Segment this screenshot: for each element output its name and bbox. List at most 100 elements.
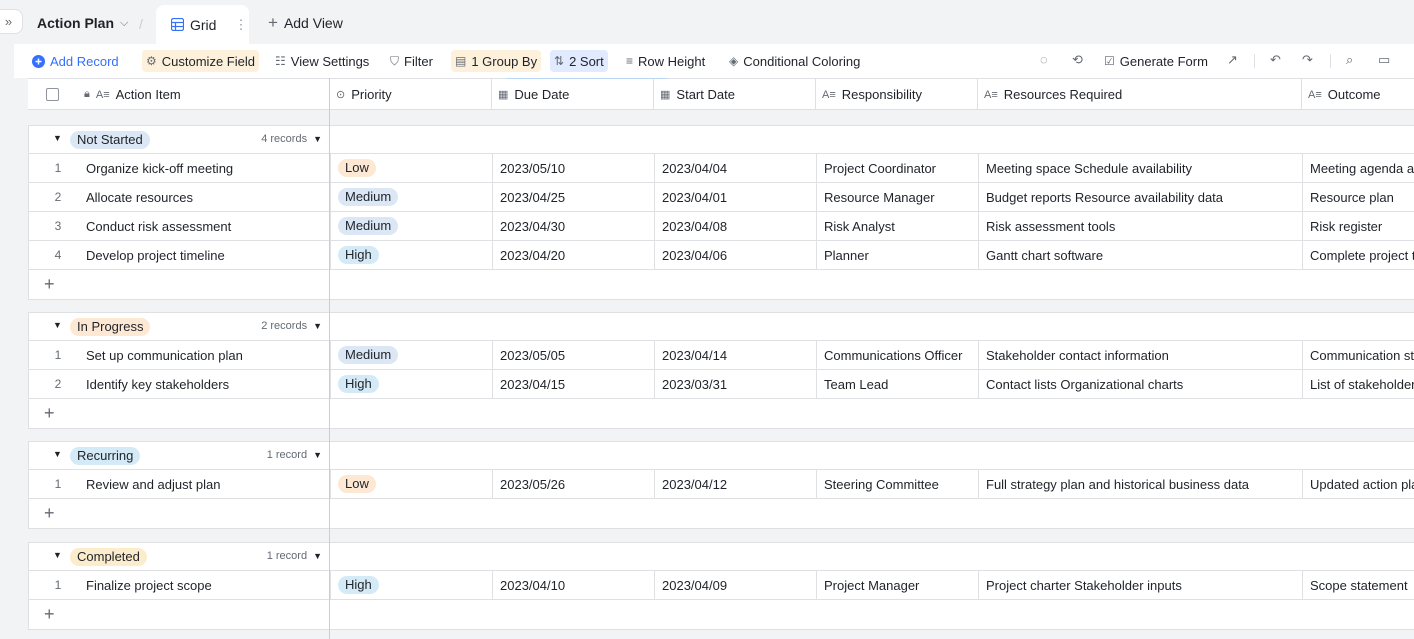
more-vertical-icon[interactable]: ⋮ [234, 17, 247, 33]
checkbox[interactable] [45, 88, 59, 101]
table-title-dropdown[interactable]: Action Plan ⌵ [37, 15, 128, 31]
search-icon[interactable]: ⌕ [1346, 52, 1353, 68]
responsibility-cell[interactable]: Planner [816, 241, 978, 269]
group-record-count[interactable]: 2 records ▼ [261, 320, 322, 332]
table-row[interactable]: 2 Allocate resources Medium 2023/04/25 2023/… [29, 183, 1414, 212]
outcome-cell[interactable]: Communication strategy [1302, 341, 1414, 369]
table-row[interactable]: 1 Set up communication plan Medium 2023/05/… [29, 341, 1414, 370]
responsibility-cell[interactable]: Team Lead [816, 370, 978, 398]
responsibility-cell[interactable]: Project Coordinator [816, 154, 978, 182]
start-date-cell[interactable]: 2023/04/04 [654, 154, 816, 182]
column-header-due-date[interactable]: ▦ Due Date [491, 79, 653, 110]
due-date-cell[interactable]: 2023/04/10 [492, 571, 654, 599]
table-row[interactable]: 1 Finalize project scope High 2023/04/10 202… [29, 571, 1414, 600]
ai-assistant-icon[interactable]: ◌ [1040, 52, 1048, 67]
priority-cell[interactable]: Medium [330, 183, 492, 211]
resources-cell[interactable]: Project charter Stakeholder inputs [978, 571, 1302, 599]
action-item-cell[interactable]: Conduct risk assessment [77, 212, 330, 240]
row-height-button[interactable]: ≡ Row Height [622, 50, 709, 72]
priority-cell[interactable]: High [330, 571, 492, 599]
add-row-button[interactable]: + [29, 600, 330, 629]
generate-form-button[interactable]: ☑ Generate Form [1100, 50, 1212, 72]
start-date-cell[interactable]: 2023/04/12 [654, 470, 816, 498]
due-date-cell[interactable]: 2023/05/10 [492, 154, 654, 182]
expand-sidebar-button[interactable]: » [0, 9, 23, 34]
action-item-cell[interactable]: Allocate resources [77, 183, 330, 211]
group-header[interactable]: ▼ Not Started 4 records ▼ [29, 126, 1414, 154]
table-row[interactable]: 4 Develop project timeline High 2023/04/20 2… [29, 241, 1414, 270]
resources-cell[interactable]: Gantt chart software [978, 241, 1302, 269]
resources-cell[interactable]: Risk assessment tools [978, 212, 1302, 240]
resources-cell[interactable]: Stakeholder contact information [978, 341, 1302, 369]
share-icon[interactable]: ↗ [1227, 52, 1238, 68]
column-header-priority[interactable]: ⊙ Priority [329, 79, 491, 110]
column-header-action-item[interactable]: 🔒︎ A≡ Action Item [76, 79, 329, 110]
view-settings-button[interactable]: ☷ View Settings [271, 50, 373, 72]
column-header-responsibility[interactable]: A≡ Responsibility [815, 79, 977, 110]
sort-button[interactable]: ⇅ 2 Sort [550, 50, 608, 72]
add-view-button[interactable]: + Add View [268, 14, 343, 31]
action-item-cell[interactable]: Review and adjust plan [77, 470, 330, 498]
conditional-coloring-button[interactable]: ◈ Conditional Coloring [725, 50, 864, 72]
select-all-checkbox[interactable] [28, 79, 76, 110]
start-date-cell[interactable]: 2023/04/09 [654, 571, 816, 599]
resources-cell[interactable]: Meeting space Schedule availability [978, 154, 1302, 182]
priority-cell[interactable]: Low [330, 470, 492, 498]
history-icon[interactable]: ⟲ [1072, 52, 1083, 68]
priority-cell[interactable]: Low [330, 154, 492, 182]
action-item-cell[interactable]: Set up communication plan [77, 341, 330, 369]
action-item-cell[interactable]: Organize kick-off meeting [77, 154, 330, 182]
outcome-cell[interactable]: List of stakeholders [1302, 370, 1414, 398]
action-item-cell[interactable]: Identify key stakeholders [77, 370, 330, 398]
responsibility-cell[interactable]: Resource Manager [816, 183, 978, 211]
action-item-cell[interactable]: Develop project timeline [77, 241, 330, 269]
table-row[interactable]: 2 Identify key stakeholders High 2023/04/15… [29, 370, 1414, 399]
caret-down-icon[interactable]: ▼ [53, 550, 62, 560]
outcome-cell[interactable]: Resource plan [1302, 183, 1414, 211]
comment-icon[interactable]: ▭ [1378, 52, 1390, 68]
add-row-button[interactable]: + [29, 499, 330, 528]
caret-down-icon[interactable]: ▼ [53, 449, 62, 459]
due-date-cell[interactable]: 2023/04/25 [492, 183, 654, 211]
group-by-button[interactable]: ▤ 1 Group By [451, 50, 542, 72]
group-record-count[interactable]: 4 records ▼ [261, 133, 322, 145]
outcome-cell[interactable]: Meeting agenda and minutes [1302, 154, 1414, 182]
responsibility-cell[interactable]: Steering Committee [816, 470, 978, 498]
filter-button[interactable]: ⛉ Filter [386, 50, 437, 72]
priority-cell[interactable]: Medium [330, 341, 492, 369]
group-header[interactable]: ▼ In Progress 2 records ▼ [29, 313, 1414, 341]
priority-cell[interactable]: High [330, 370, 492, 398]
responsibility-cell[interactable]: Project Manager [816, 571, 978, 599]
column-header-outcome[interactable]: A≡ Outcome [1301, 79, 1414, 110]
priority-cell[interactable]: High [330, 241, 492, 269]
due-date-cell[interactable]: 2023/04/30 [492, 212, 654, 240]
add-row-button[interactable]: + [29, 399, 330, 428]
group-header[interactable]: ▼ Completed 1 record ▼ [29, 543, 1414, 571]
group-record-count[interactable]: 1 record ▼ [267, 449, 322, 461]
resources-cell[interactable]: Budget reports Resource availability dat… [978, 183, 1302, 211]
responsibility-cell[interactable]: Communications Officer [816, 341, 978, 369]
group-header[interactable]: ▼ Recurring 1 record ▼ [29, 442, 1414, 470]
group-record-count[interactable]: 1 record ▼ [267, 550, 322, 562]
column-header-start-date[interactable]: ▦ Start Date [653, 79, 815, 110]
due-date-cell[interactable]: 2023/04/20 [492, 241, 654, 269]
outcome-cell[interactable]: Risk register [1302, 212, 1414, 240]
outcome-cell[interactable]: Scope statement [1302, 571, 1414, 599]
action-item-cell[interactable]: Finalize project scope [77, 571, 330, 599]
redo-icon[interactable]: ↷ [1302, 52, 1313, 68]
caret-down-icon[interactable]: ▼ [53, 320, 62, 330]
outcome-cell[interactable]: Updated action plan [1302, 470, 1414, 498]
table-row[interactable]: 1 Organize kick-off meeting Low 2023/05/10 2… [29, 154, 1414, 183]
responsibility-cell[interactable]: Risk Analyst [816, 212, 978, 240]
resources-cell[interactable]: Full strategy plan and historical busine… [978, 470, 1302, 498]
caret-down-icon[interactable]: ▼ [53, 133, 62, 143]
customize-field-button[interactable]: ⚙ Customize Field [142, 50, 259, 72]
start-date-cell[interactable]: 2023/04/06 [654, 241, 816, 269]
undo-icon[interactable]: ↶ [1270, 52, 1281, 68]
start-date-cell[interactable]: 2023/03/31 [654, 370, 816, 398]
table-row[interactable]: 1 Review and adjust plan Low 2023/05/26 2023… [29, 470, 1414, 499]
column-header-resources-required[interactable]: A≡ Resources Required [977, 79, 1301, 110]
start-date-cell[interactable]: 2023/04/14 [654, 341, 816, 369]
outcome-cell[interactable]: Complete project timeline [1302, 241, 1414, 269]
start-date-cell[interactable]: 2023/04/08 [654, 212, 816, 240]
